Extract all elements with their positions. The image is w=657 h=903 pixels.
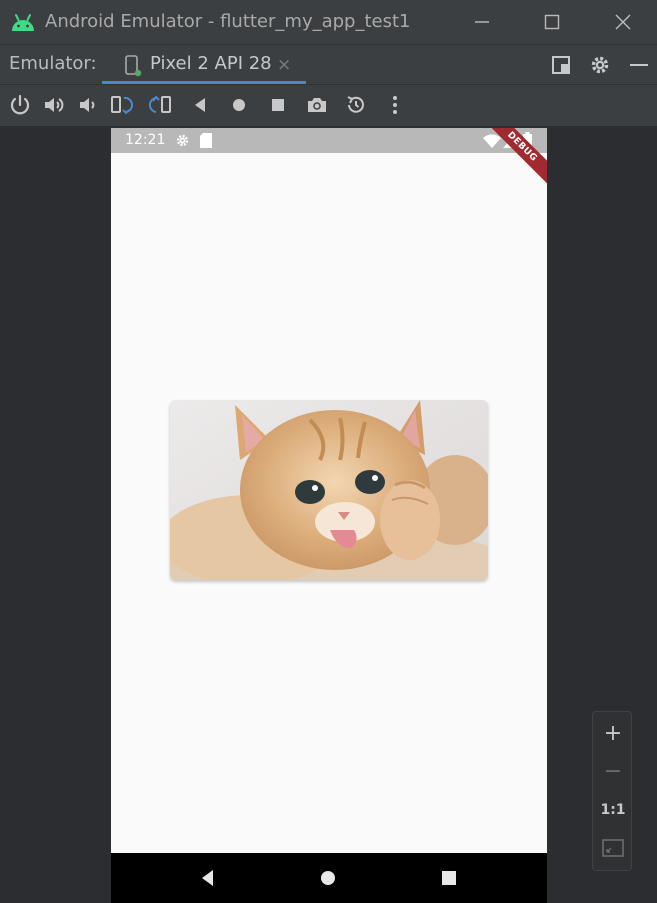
camera-icon[interactable] [305,93,329,117]
nav-overview-icon[interactable] [438,867,460,889]
sd-card-icon [200,133,212,148]
maximize-button[interactable] [538,8,566,36]
hide-panel-icon[interactable] [627,53,651,77]
snapshot-icon[interactable] [344,93,368,117]
tab-label: Pixel 2 API 28 [150,53,272,74]
emulator-label: Emulator: [9,53,97,74]
device-nav-bar [111,853,547,903]
android-icon [12,14,34,31]
zoom-ratio-button[interactable]: 1:1 [593,792,633,828]
emulator-tab-row: Emulator: Pixel 2 API 28 × [0,44,657,85]
close-button[interactable] [609,8,637,36]
rotate-left-icon[interactable] [110,93,134,117]
home-icon[interactable] [227,93,251,117]
zoom-out-button[interactable]: − [593,753,633,789]
volume-up-icon[interactable] [42,93,66,117]
overview-icon[interactable] [266,93,290,117]
title-bar: Android Emulator - flutter_my_app_test1 [0,0,657,44]
nav-home-icon[interactable] [317,867,339,889]
power-icon[interactable] [8,93,32,117]
layout-icon[interactable] [549,53,573,77]
maximize-icon [544,14,560,30]
status-bar: 12:21 [111,128,547,153]
emulator-window: Android Emulator - flutter_my_app_test1 … [0,0,657,903]
kitten-image [170,400,488,580]
minimize-icon [475,21,489,23]
nav-back-icon[interactable] [197,867,219,889]
tab-close-icon[interactable]: × [277,55,291,75]
settings-status-icon [176,134,189,147]
zoom-panel: + − 1:1 [592,711,632,871]
window-title: Android Emulator - flutter_my_app_test1 [45,11,411,32]
zoom-fit-button[interactable] [593,830,633,866]
back-icon[interactable] [188,93,212,117]
minimize-button[interactable] [468,8,496,36]
kitten-illustration [170,400,488,580]
device-screen[interactable]: 12:21 DEBUG [111,128,547,903]
zoom-in-button[interactable]: + [593,715,633,751]
status-time: 12:21 [125,132,166,148]
volume-down-icon[interactable] [76,93,100,117]
close-icon [615,14,631,30]
more-icon[interactable] [383,93,407,117]
emulator-toolbar [0,84,657,126]
tab-pixel-2-api-28[interactable]: Pixel 2 API 28 × [102,45,306,85]
device-phone-icon [125,55,142,77]
rotate-right-icon[interactable] [148,93,172,117]
gear-icon[interactable] [588,53,612,77]
wifi-icon [483,134,501,148]
fit-screen-icon [602,839,624,857]
